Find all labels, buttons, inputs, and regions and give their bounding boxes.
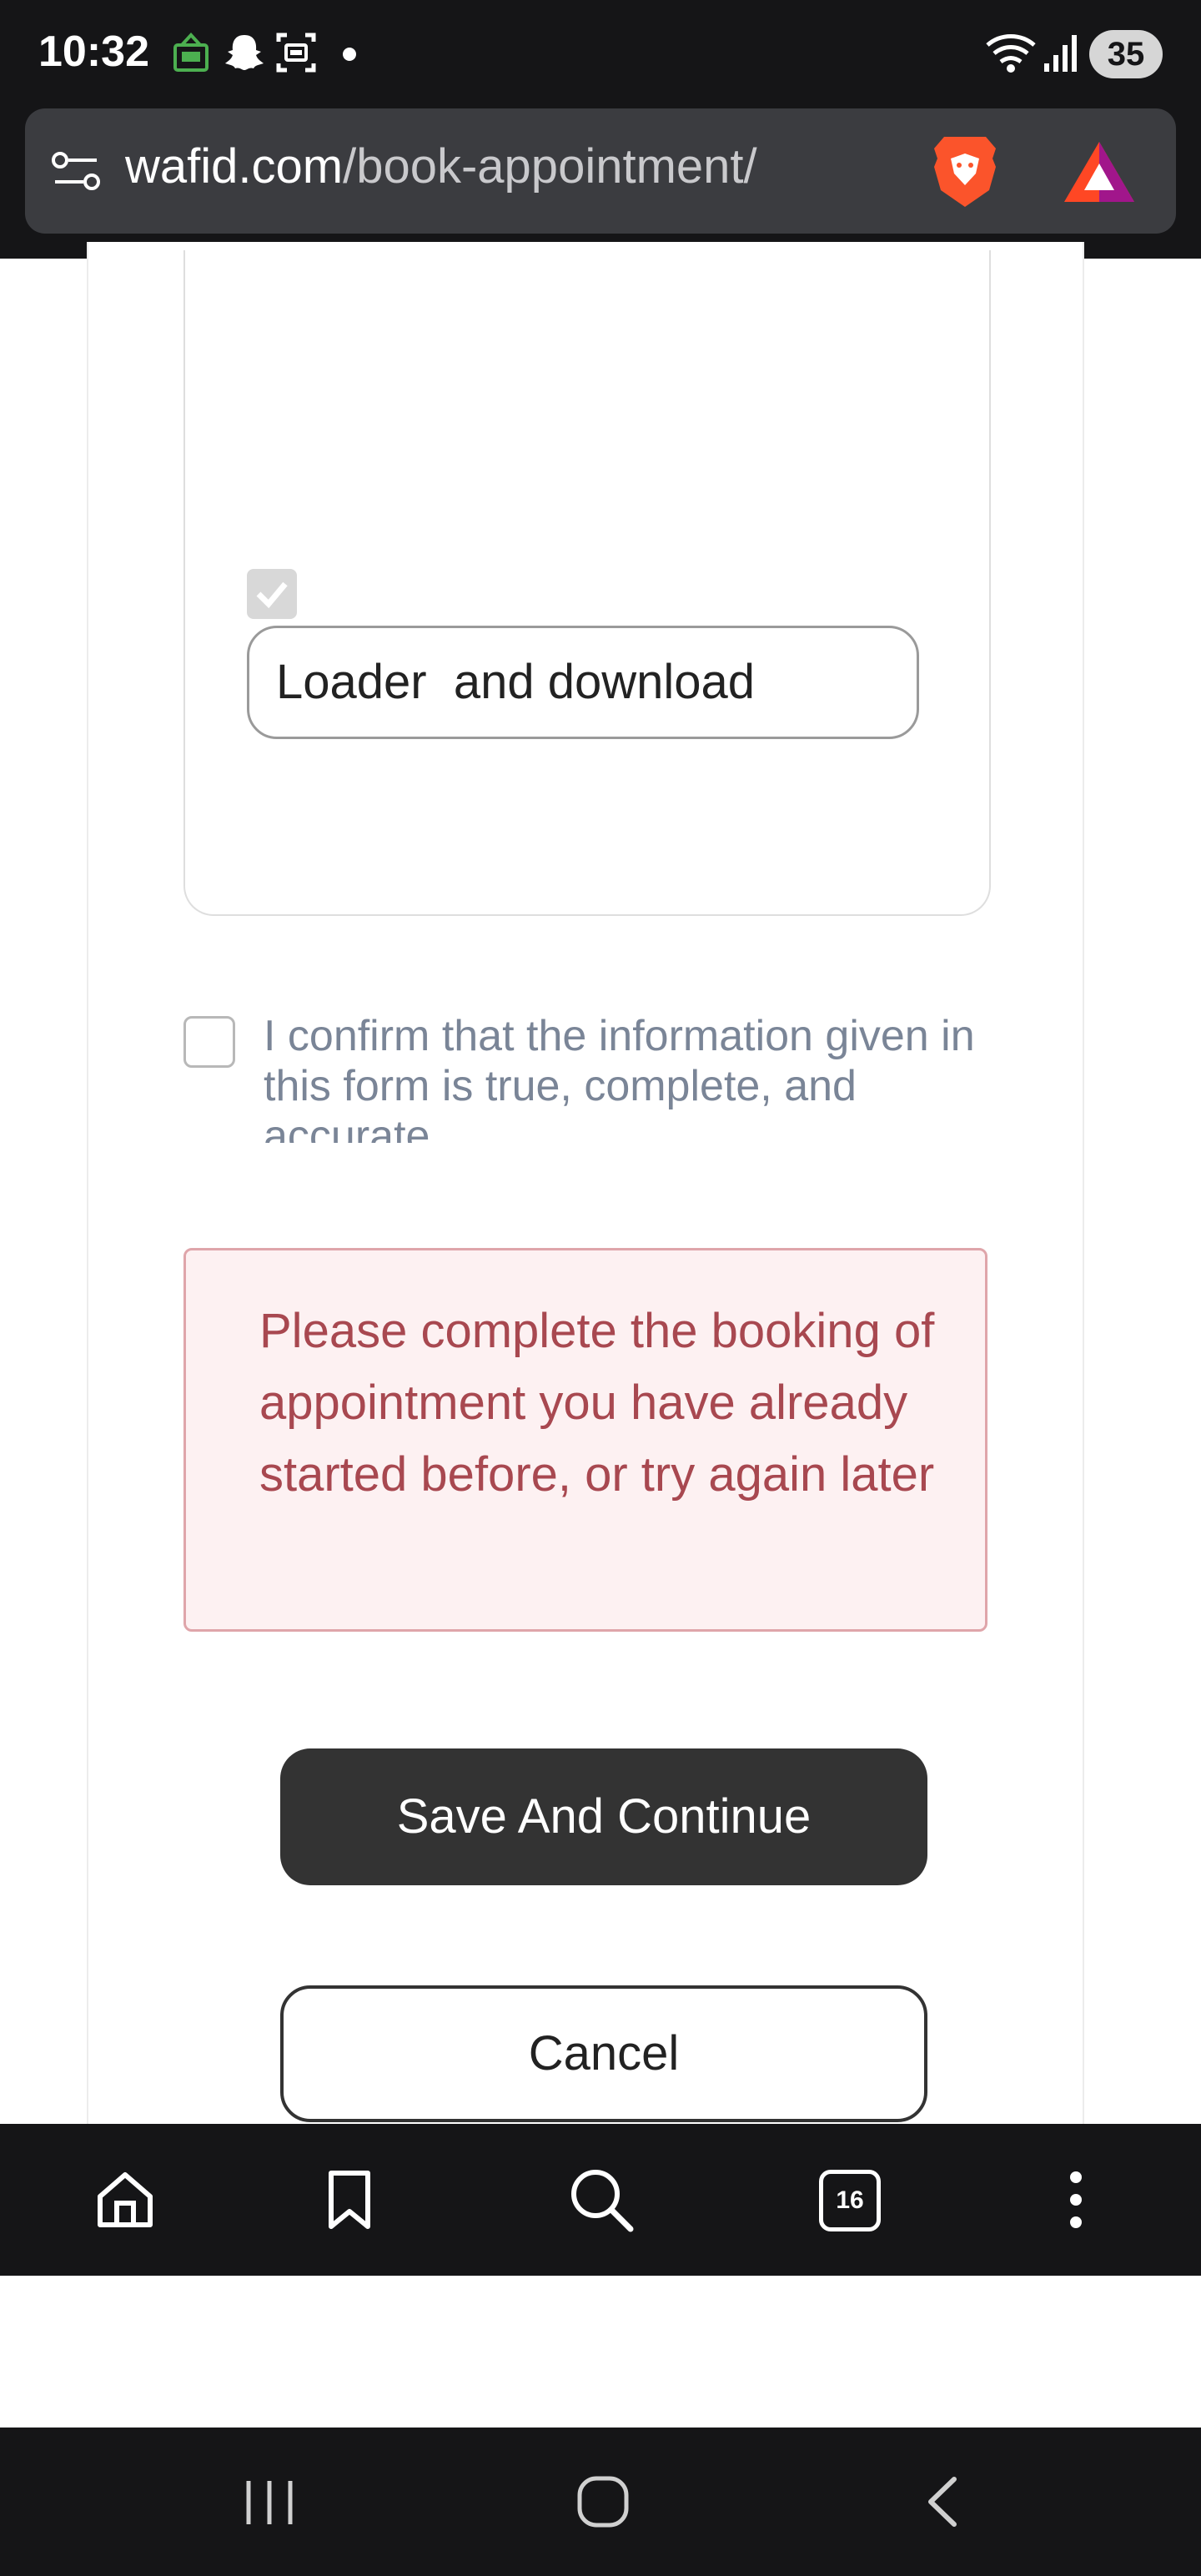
- confirm-label: I confirm that the information given in …: [264, 1012, 975, 1143]
- back-icon[interactable]: [921, 2474, 962, 2533]
- bookmark-icon[interactable]: [320, 2124, 379, 2276]
- browser-top-bar: wafid.com/book-appointment/: [0, 108, 1201, 259]
- save-and-continue-button[interactable]: Save And Continue: [280, 1748, 927, 1885]
- occupation-input[interactable]: Loader and download: [247, 626, 919, 739]
- signal-icon: [1043, 30, 1079, 78]
- wifi-icon: [984, 30, 1038, 78]
- url-text[interactable]: wafid.com/book-appointment/: [125, 138, 757, 194]
- address-bar[interactable]: wafid.com/book-appointment/: [25, 108, 1176, 234]
- page-content: Loader and download I confirm that the i…: [0, 242, 1201, 2284]
- more-icon[interactable]: [1059, 2124, 1093, 2276]
- dot-icon: [342, 47, 357, 65]
- error-message: Please complete the booking of appointme…: [259, 1304, 935, 1502]
- tabs-icon[interactable]: 16: [819, 2170, 881, 2231]
- recent-apps-icon[interactable]: [242, 2478, 297, 2531]
- system-nav-bar: [0, 2428, 1201, 2576]
- confirm-checkbox[interactable]: [183, 1016, 235, 1068]
- status-bar: 10:32 35: [0, 0, 1201, 108]
- error-alert: Please complete the booking of appointme…: [183, 1248, 987, 1632]
- status-time: 10:32: [38, 28, 149, 76]
- url-domain: wafid.com: [125, 139, 344, 194]
- occupation-section: [183, 250, 991, 916]
- blank-area: [0, 2276, 1201, 2428]
- browser-toolbar: 16: [0, 2124, 1201, 2276]
- search-icon[interactable]: [565, 2124, 637, 2276]
- battery-level: 35: [1089, 30, 1163, 78]
- home-icon[interactable]: [92, 2124, 158, 2276]
- url-path: /book-appointment/: [343, 139, 757, 194]
- disabled-checkbox: [247, 569, 297, 619]
- snapchat-icon: [222, 30, 267, 78]
- site-settings-icon[interactable]: [50, 147, 102, 199]
- cancel-button[interactable]: Cancel: [280, 1985, 927, 2122]
- brave-shields-icon[interactable]: [926, 130, 1004, 215]
- screenshot-icon: [275, 30, 317, 78]
- brave-rewards-icon[interactable]: [1061, 138, 1138, 209]
- app-notification-icon: [170, 30, 212, 77]
- home-nav-icon[interactable]: [575, 2474, 631, 2533]
